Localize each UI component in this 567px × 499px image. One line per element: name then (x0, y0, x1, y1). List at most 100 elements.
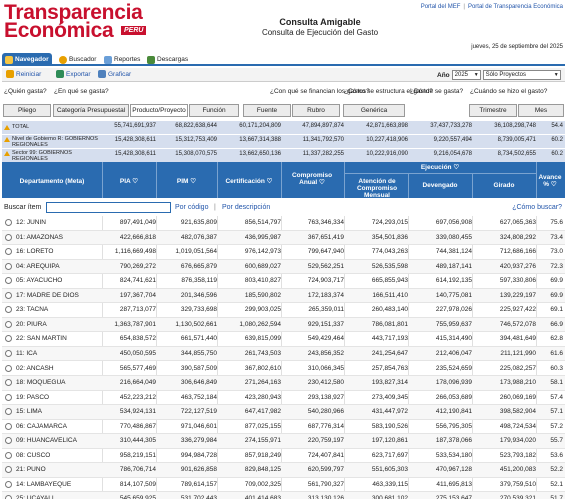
logo-peru-badge: PERÚ (121, 26, 147, 35)
fuente-button[interactable]: Fuente (243, 104, 291, 117)
row-radio[interactable] (5, 451, 12, 459)
exportar-button[interactable]: Exportar (56, 70, 91, 78)
link-portal-mef[interactable]: Portal del MEF (421, 4, 461, 10)
search-by-desc-link[interactable]: Por descripción (222, 204, 270, 211)
row-radio[interactable] (5, 480, 12, 488)
tab-navegador[interactable]: Navegador (2, 53, 52, 66)
search-by-code-link[interactable]: Por código (175, 204, 208, 211)
header-compromiso[interactable]: Compromiso Anual ♡ (287, 172, 337, 186)
summary-dev: 37,437,733,278 (430, 123, 472, 129)
row-gir: 270,539,321 (499, 495, 536, 499)
link-portal-transparencia[interactable]: Portal de Transparencia Económica (468, 4, 563, 10)
header-avance[interactable]: Avance % ♡ (538, 174, 562, 188)
row-radio[interactable] (5, 466, 12, 474)
row-radio[interactable] (5, 291, 12, 299)
table-row[interactable]: 14: LAMBAYEQUE 814,107,509 789,614,157 709,… (2, 478, 565, 493)
header-departamento[interactable]: Departamento (Meta) (2, 178, 102, 185)
row-pim: 994,984,728 (180, 451, 217, 459)
question-row: ¿Quién gasta? Pliego ¿En qué se gasta? C… (2, 88, 565, 118)
row-radio[interactable] (5, 335, 12, 343)
table-row[interactable]: 16: LORETO 1,116,669,498 1,019,051,564 976,… (2, 245, 565, 260)
year-select[interactable]: 2025 ▼ (451, 70, 481, 80)
summary-dev: 9,220,557,494 (433, 137, 472, 143)
pliego-button[interactable]: Pliego (3, 104, 51, 117)
summary-row-sector: Sector 99: GOBIERNOS REGIONALES 15,428,3… (2, 149, 565, 163)
row-radio[interactable] (5, 306, 12, 314)
row-radio[interactable] (5, 349, 12, 357)
row-departamento: 04: AREQUIPA (16, 262, 60, 270)
graficar-button[interactable]: Graficar (98, 70, 131, 78)
row-pia: 197,367,704 (119, 291, 156, 299)
header-girado[interactable]: Girado (472, 182, 536, 189)
row-aten: 443,717,193 (371, 335, 408, 343)
table-row[interactable]: 02: ANCASH 565,577,469 390,587,509 367,802,… (2, 362, 565, 377)
table-row[interactable]: 25: UCAYALI 545,659,925 531,702,443 401,414… (2, 492, 565, 499)
categoria-presupuestal-button[interactable]: Categoría Presupuestal (53, 104, 129, 117)
table-row[interactable]: 19: PASCO 452,223,212 463,752,184 423,280,9… (2, 391, 565, 406)
generica-button[interactable]: Genérica (343, 104, 405, 117)
header-atencion[interactable]: Atención de Compromiso Mensual (348, 178, 406, 199)
row-radio[interactable] (5, 233, 12, 241)
row-departamento: 05: AYACUCHO (16, 277, 63, 285)
how-to-search-link[interactable]: ¿Cómo buscar? (512, 204, 562, 211)
row-aten: 526,535,598 (371, 262, 408, 270)
table-row[interactable]: 22: SAN MARTIN 654,838,572 661,571,440 639,… (2, 332, 565, 347)
header-ejecucion: Ejecución ♡ (344, 162, 536, 174)
row-departamento: 20: PIURA (16, 320, 47, 328)
header-pia[interactable]: PIA ♡ (102, 178, 156, 185)
table-row[interactable]: 04: AREQUIPA 790,269,272 676,665,879 600,68… (2, 259, 565, 275)
rubro-button[interactable]: Rubro (292, 104, 340, 117)
table-row[interactable]: 01: AMAZONAS 422,666,818 482,076,387 436,99… (2, 230, 565, 246)
row-radio[interactable] (5, 277, 12, 285)
row-radio[interactable] (5, 437, 12, 445)
row-radio[interactable] (5, 393, 12, 401)
row-radio[interactable] (5, 248, 12, 256)
row-gir: 420,937,276 (499, 262, 536, 270)
header-devengado[interactable]: Devengado (408, 182, 472, 189)
table-row[interactable]: 12: JUNIN 897,491,049 921,635,809 856,514,7… (2, 216, 565, 231)
header-certificacion[interactable]: Certificación ♡ (217, 178, 281, 185)
transparencia-logo[interactable]: Transparencia Económica PERÚ (4, 1, 154, 42)
row-radio[interactable] (5, 320, 12, 328)
summary-pim: 15,312,753,409 (175, 137, 217, 143)
row-radio[interactable] (5, 262, 12, 270)
row-radio[interactable] (5, 364, 12, 372)
search-input[interactable] (46, 202, 171, 213)
table-row[interactable]: 15: LIMA 534,924,131 722,127,519 647,417,98… (2, 405, 565, 420)
row-gir: 498,724,534 (499, 422, 536, 430)
tab-reportes[interactable]: Reportes (101, 53, 143, 66)
table-row[interactable]: 23: TACNA 287,713,077 329,733,698 299,903,0… (2, 303, 565, 318)
trimestre-button[interactable]: Trimestre (469, 104, 517, 117)
row-pia: 654,838,572 (119, 335, 156, 343)
row-aten: 724,293,015 (371, 219, 408, 226)
table-row[interactable]: 17: MADRE DE DIOS 197,367,704 201,346,596 1… (2, 288, 565, 304)
table-row[interactable]: 09: HUANCAVELICA 310,444,305 336,279,984 27… (2, 434, 565, 449)
table-row[interactable]: 06: CAJAMARCA 770,486,867 971,046,601 877,0… (2, 420, 565, 435)
mes-button[interactable]: Mes (518, 104, 564, 117)
table-row[interactable]: 05: AYACUCHO 824,741,621 876,358,119 803,41… (2, 274, 565, 289)
funcion-button[interactable]: Función (189, 104, 239, 117)
table-row[interactable]: 20: PIURA 1,363,787,901 1,130,502,661 1,080… (2, 317, 565, 333)
table-row[interactable]: 21: PUNO 786,706,714 901,626,858 829,848,12… (2, 463, 565, 478)
reiniciar-button[interactable]: Reiniciar (6, 70, 41, 78)
row-radio[interactable] (5, 379, 12, 387)
row-radio[interactable] (5, 408, 12, 416)
row-aten: 551,605,303 (371, 466, 408, 474)
header-pim[interactable]: PIM ♡ (156, 178, 217, 185)
producto-proyecto-button[interactable]: Producto/Proyecto (130, 104, 188, 117)
row-radio[interactable] (5, 219, 12, 226)
tab-buscador[interactable]: Buscador (56, 53, 99, 66)
project-filter-select[interactable]: Sólo Proyectos ▼ (482, 70, 561, 80)
table-row[interactable]: 18: MOQUEGUA 216,664,049 306,646,849 271,26… (2, 376, 565, 391)
row-pim: 201,346,596 (180, 291, 217, 299)
row-comp: 561,790,327 (307, 480, 344, 488)
row-gir: 173,988,210 (499, 379, 536, 387)
row-radio[interactable] (5, 422, 12, 430)
table-row[interactable]: 08: CUSCO 958,219,151 994,984,728 857,918,2… (2, 449, 565, 464)
tab-descargas[interactable]: Descargas (144, 53, 191, 66)
row-dev: 187,378,066 (435, 437, 472, 445)
row-departamento: 23: TACNA (16, 306, 49, 314)
table-row[interactable]: 11: ICA 450,050,595 344,855,750 261,743,503… (2, 346, 565, 362)
row-pia: 287,713,077 (119, 306, 156, 314)
row-radio[interactable] (5, 495, 12, 499)
